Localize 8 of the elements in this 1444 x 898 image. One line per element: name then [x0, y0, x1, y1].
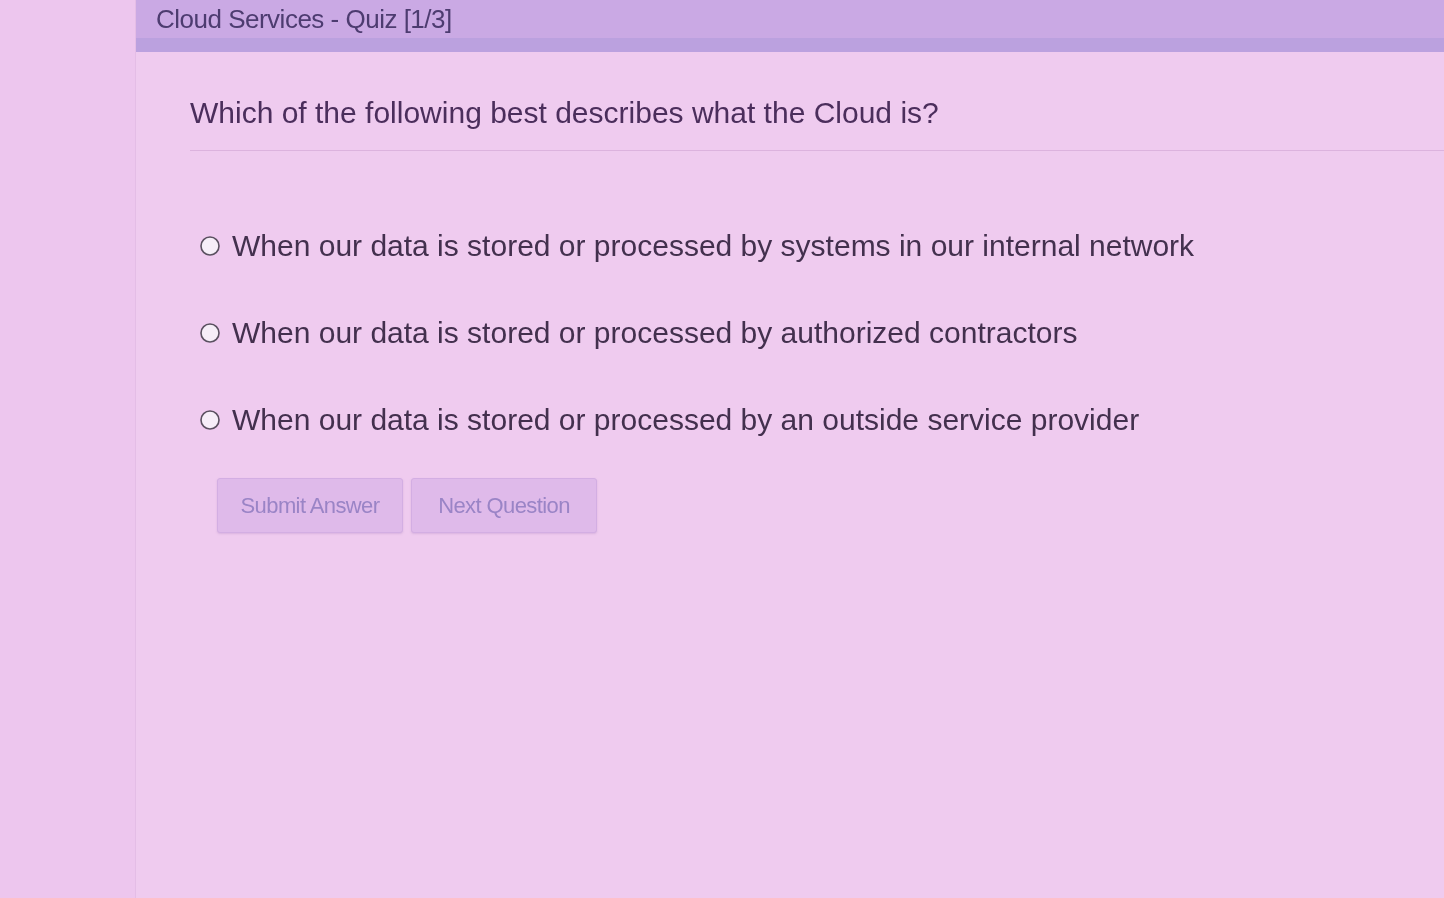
option-label[interactable]: When our data is stored or processed by systems in our internal network [232, 229, 1195, 263]
radio-button[interactable] [200, 236, 220, 256]
radio-button[interactable] [200, 323, 220, 343]
option-label[interactable]: When our data is stored or processed by an outside service provider [232, 403, 1140, 437]
page-title: Cloud Services - Quiz [1/3] [156, 3, 452, 35]
option-label[interactable]: When our data is stored or processed by authorized contractors [232, 316, 1078, 350]
radio-button[interactable] [200, 410, 220, 430]
question-text: Which of the following best describes what the Cloud is? [190, 96, 1444, 151]
